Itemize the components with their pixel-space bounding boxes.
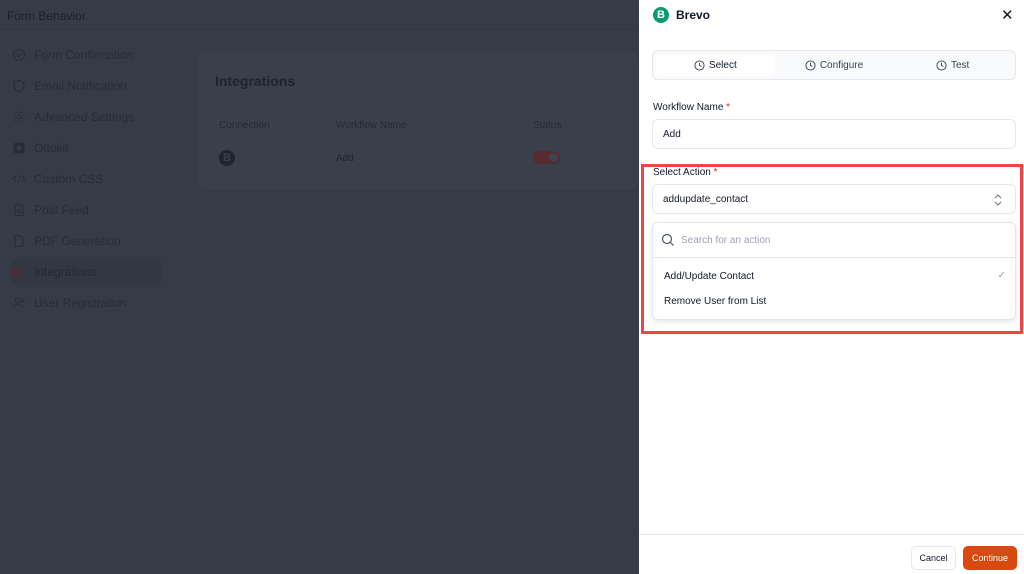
selected-value: addupdate_contact	[663, 193, 749, 205]
option-remove-user-from-list[interactable]: Remove User from List	[664, 296, 1004, 307]
ottokit-icon	[13, 142, 25, 154]
workflow-name-cell: Add	[336, 153, 354, 164]
search-icon	[661, 233, 674, 246]
panel-title: Brevo	[676, 8, 711, 22]
tab-select[interactable]: Select	[656, 54, 775, 76]
clock-icon	[694, 59, 705, 71]
column-status: Status	[533, 120, 562, 131]
cancel-button[interactable]: Cancel	[911, 546, 956, 570]
option-add-update-contact[interactable]: Add/Update Contact ✓	[664, 270, 1006, 282]
action-search	[653, 223, 1015, 258]
code-icon	[12, 174, 26, 184]
integrations-title: Integrations	[215, 73, 296, 89]
sidebar-item-label: PDF Generation	[34, 234, 121, 248]
close-icon[interactable]: ✕	[1001, 6, 1014, 24]
document-icon	[14, 204, 24, 216]
sidebar-item-label: Email Notification	[34, 79, 127, 93]
step-tabs: Select Configure Test	[652, 50, 1016, 80]
gear-icon	[13, 111, 25, 123]
check-circle-icon	[13, 49, 25, 61]
sidebar-item-advanced-settings[interactable]: Advanced Settings	[10, 105, 162, 129]
label-text: Select Action	[653, 167, 711, 178]
file-icon	[14, 235, 24, 247]
action-search-input[interactable]	[681, 234, 981, 246]
sidebar-item-label: Custom CSS	[34, 172, 104, 186]
panel-footer: Cancel Continue	[639, 534, 1024, 574]
tab-test[interactable]: Test	[893, 54, 1012, 76]
shield-icon	[13, 79, 25, 93]
sidebar-item-form-confirmation[interactable]: Form Confirmation	[10, 43, 162, 67]
status-toggle[interactable]	[533, 151, 560, 164]
clock-icon	[805, 59, 816, 71]
column-connection: Connection	[219, 120, 270, 131]
clock-icon	[936, 59, 947, 71]
workflow-name-label: Workflow Name *	[653, 102, 730, 113]
sidebar-item-pdf-generation[interactable]: PDF Generation	[10, 229, 162, 253]
header-title: Form Behavior	[7, 9, 86, 23]
tab-configure[interactable]: Configure	[775, 54, 894, 76]
integrations-card: Integrations Connection Workflow Name St…	[198, 52, 638, 190]
sidebar-item-label: Form Confirmation	[34, 48, 134, 62]
required-marker: *	[713, 167, 718, 178]
tab-label: Test	[951, 59, 970, 71]
tab-label: Select	[708, 59, 737, 71]
brevo-logo: B	[653, 7, 669, 23]
top-bar: Form Behavior	[0, 0, 639, 30]
workflow-name-input[interactable]: Add	[652, 119, 1016, 149]
brevo-logo: B	[219, 150, 235, 166]
chip-icon	[14, 267, 24, 277]
sidebar-item-label: Ottokit	[34, 141, 69, 155]
option-label: Remove User from List	[664, 296, 767, 307]
sidebar-item-label: User Registration	[34, 296, 127, 310]
sidebar-item-custom-css[interactable]: Custom CSS	[10, 167, 162, 191]
brevo-panel: B Brevo ✕ Select Configure Test Workflow…	[639, 0, 1024, 574]
sidebar-item-label: Post Feed	[34, 203, 89, 217]
label-text: Workflow Name	[653, 102, 724, 113]
tab-label: Configure	[819, 59, 864, 71]
chevron-up-down-icon	[994, 194, 1002, 206]
sidebar-item-label: Advanced Settings	[34, 110, 135, 124]
required-marker: *	[726, 102, 731, 113]
sidebar-item-label: Integrations	[34, 265, 97, 279]
option-label: Add/Update Contact	[664, 271, 755, 282]
select-action-dropdown[interactable]: addupdate_contact	[652, 184, 1016, 214]
check-icon: ✓	[997, 270, 1006, 281]
sidebar-item-ottokit[interactable]: Ottokit	[10, 136, 162, 160]
sidebar-item-post-feed[interactable]: Post Feed	[10, 198, 162, 222]
sidebar-item-email-notification[interactable]: Email Notification	[10, 74, 162, 98]
continue-button[interactable]: Continue	[963, 546, 1017, 570]
user-plus-icon	[13, 297, 25, 309]
action-options-menu: Add/Update Contact ✓ Remove User from Lis…	[652, 222, 1016, 320]
select-action-label: Select Action *	[653, 167, 718, 178]
column-workflow-name: Workflow Name	[336, 120, 407, 131]
sidebar-item-user-registration[interactable]: User Registration	[10, 291, 162, 315]
sidebar-item-integrations[interactable]: Integrations	[10, 260, 162, 284]
